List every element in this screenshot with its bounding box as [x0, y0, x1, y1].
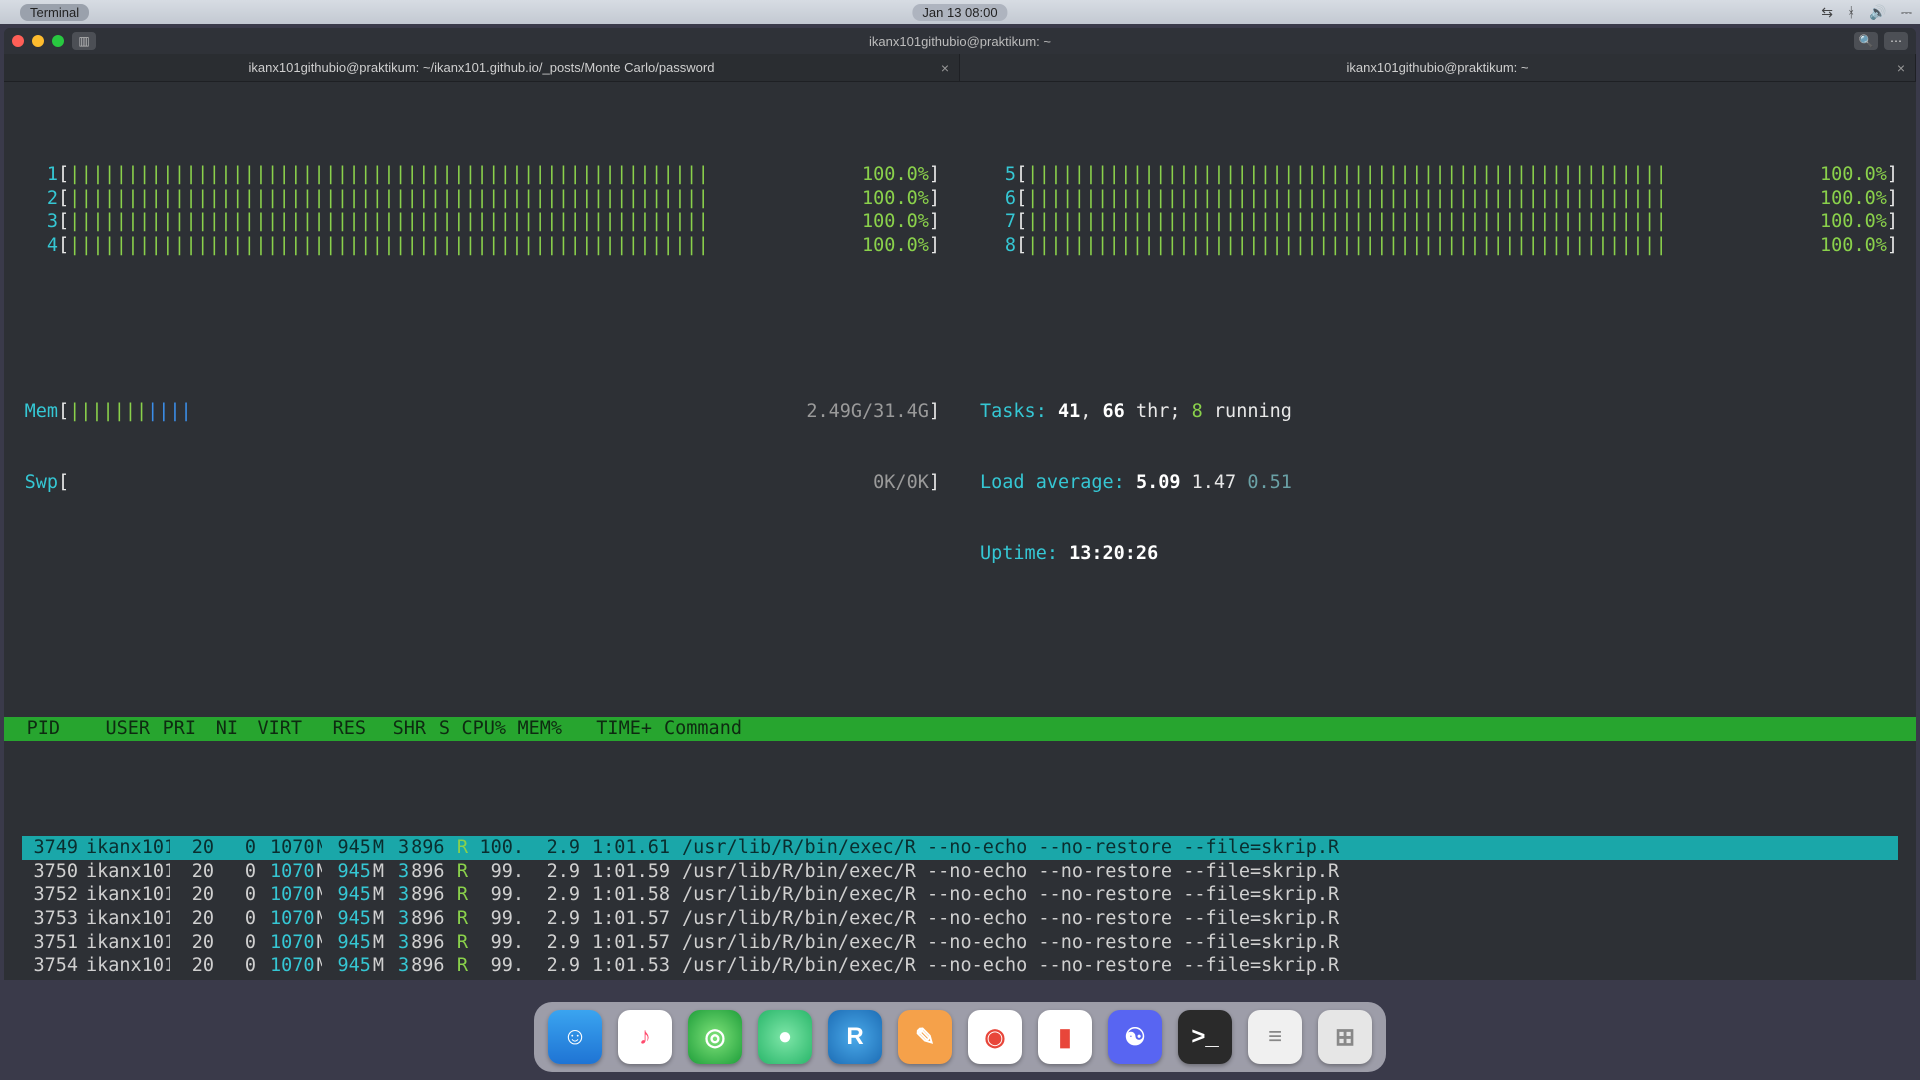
terminal-body[interactable]: 1[||||||||||||||||||||||||||||||||||||||…: [4, 82, 1916, 980]
loadavg-line: Load average: 5.09 1.47 0.51: [980, 471, 1898, 495]
dock-app-finder[interactable]: ☺: [548, 1010, 602, 1064]
col-shr[interactable]: SHR: [368, 717, 428, 741]
bluetooth-icon[interactable]: ᚼ: [1847, 4, 1855, 21]
col-user[interactable]: USER: [62, 717, 152, 741]
swp-meter: Swp[0K/0K]: [22, 471, 940, 495]
col-s[interactable]: S: [428, 717, 452, 741]
col-res[interactable]: RES: [304, 717, 368, 741]
cpu-meter-7: 7[||||||||||||||||||||||||||||||||||||||…: [980, 210, 1898, 234]
process-row[interactable]: 3752ikanx101g2001070M945M3896R99.2.91:01…: [22, 883, 1898, 907]
col-pid[interactable]: PID: [4, 717, 62, 741]
tab-label: ikanx101githubio@praktikum: ~: [1347, 60, 1529, 75]
menubar-status-icons: ⇆ ᚼ 🔊 ⎓: [1821, 4, 1912, 21]
dock: ☺ ♪ ◎ ● R ✎ ◉ ▮ ☯ >_ ≡ ⊞: [534, 1002, 1386, 1072]
menubar-clock[interactable]: Jan 13 08:00: [912, 4, 1007, 21]
col-time[interactable]: TIME+: [564, 717, 654, 741]
col-command[interactable]: Command: [654, 717, 1916, 741]
window-controls: [12, 35, 64, 47]
dock-app-stats[interactable]: ▮: [1038, 1010, 1092, 1064]
col-pri[interactable]: PRI: [152, 717, 198, 741]
titlebar: ▥ ikanx101githubio@praktikum: ~ 🔍 ⋯: [4, 28, 1916, 54]
cpu-meter-3: 3[||||||||||||||||||||||||||||||||||||||…: [22, 210, 940, 234]
menubar: Terminal Jan 13 08:00 ⇆ ᚼ 🔊 ⎓: [0, 0, 1920, 24]
close-icon[interactable]: ×: [941, 60, 949, 76]
dock-app-notes[interactable]: ✎: [898, 1010, 952, 1064]
col-mem[interactable]: MEM%: [508, 717, 564, 741]
dock-app-music[interactable]: ♪: [618, 1010, 672, 1064]
process-row[interactable]: 3753ikanx101g2001070M945M3896R99.2.91:01…: [22, 907, 1898, 931]
wifi-icon[interactable]: ⇆: [1821, 4, 1833, 21]
terminal-window: ▥ ikanx101githubio@praktikum: ~ 🔍 ⋯ ikan…: [4, 28, 1916, 980]
process-row[interactable]: 3749ikanx101g2001070M945M3896R100.2.91:0…: [22, 836, 1898, 860]
dock-app-terminal[interactable]: >_: [1178, 1010, 1232, 1064]
process-row[interactable]: 3754ikanx101g2001070M945M3896R99.2.91:01…: [22, 954, 1898, 978]
dock-app-discord[interactable]: ☯: [1108, 1010, 1162, 1064]
dock-app-rstudio[interactable]: R: [828, 1010, 882, 1064]
col-cpu[interactable]: CPU%: [452, 717, 508, 741]
menu-button[interactable]: ⋯: [1884, 32, 1908, 50]
dock-app-safari[interactable]: ●: [758, 1010, 812, 1064]
process-header[interactable]: PIDUSERPRINIVIRTRESSHRSCPU%MEM%TIME+Comm…: [4, 717, 1916, 741]
col-virt[interactable]: VIRT: [240, 717, 304, 741]
mem-bar: |||||||||||: [69, 400, 192, 419]
cpu-meter-4: 4[||||||||||||||||||||||||||||||||||||||…: [22, 234, 940, 258]
tab-0[interactable]: ikanx101githubio@praktikum: ~/ikanx101.g…: [4, 54, 960, 81]
dock-app-chrome[interactable]: ◉: [968, 1010, 1022, 1064]
volume-icon[interactable]: 🔊: [1869, 4, 1886, 21]
zoom-icon[interactable]: [52, 35, 64, 47]
tasks-line: Tasks: 41, 66 thr; 8 running: [980, 400, 1898, 424]
process-list[interactable]: 3749ikanx101g2001070M945M3896R100.2.91:0…: [22, 836, 1898, 980]
battery-icon[interactable]: ⎓: [1901, 4, 1912, 21]
uptime-line: Uptime: 13:20:26: [980, 542, 1898, 566]
dock-app-system[interactable]: ◎: [688, 1010, 742, 1064]
cpu-meter-5: 5[||||||||||||||||||||||||||||||||||||||…: [980, 163, 1898, 187]
tab-1[interactable]: ikanx101githubio@praktikum: ~ ×: [960, 54, 1916, 81]
process-row[interactable]: 3750ikanx101g2001070M945M3896R99.2.91:01…: [22, 860, 1898, 884]
close-icon[interactable]: [12, 35, 24, 47]
tab-label: ikanx101githubio@praktikum: ~/ikanx101.g…: [249, 60, 715, 75]
process-row[interactable]: 3751ikanx101g2001070M945M3896R99.2.91:01…: [22, 931, 1898, 955]
col-ni[interactable]: NI: [198, 717, 240, 741]
tab-bar: ikanx101githubio@praktikum: ~/ikanx101.g…: [4, 54, 1916, 82]
menubar-app-name[interactable]: Terminal: [20, 4, 89, 21]
new-tab-button[interactable]: ▥: [72, 32, 96, 50]
close-icon[interactable]: ×: [1897, 60, 1905, 76]
cpu-meter-6: 6[||||||||||||||||||||||||||||||||||||||…: [980, 187, 1898, 211]
cpu-meter-8: 8[||||||||||||||||||||||||||||||||||||||…: [980, 234, 1898, 258]
cpu-meter-2: 2[||||||||||||||||||||||||||||||||||||||…: [22, 187, 940, 211]
mem-meter: Mem[|||||||||||2.49G/31.4G]: [22, 400, 940, 424]
cpu-meter-1: 1[||||||||||||||||||||||||||||||||||||||…: [22, 163, 940, 187]
window-title: ikanx101githubio@praktikum: ~: [869, 34, 1051, 49]
dock-app-textedit[interactable]: ≡: [1248, 1010, 1302, 1064]
dock-app-launchpad[interactable]: ⊞: [1318, 1010, 1372, 1064]
minimize-icon[interactable]: [32, 35, 44, 47]
search-button[interactable]: 🔍: [1854, 32, 1878, 50]
process-row[interactable]: 3756ikanx101g2001070M945M3896R99.2.91:01…: [22, 978, 1898, 980]
